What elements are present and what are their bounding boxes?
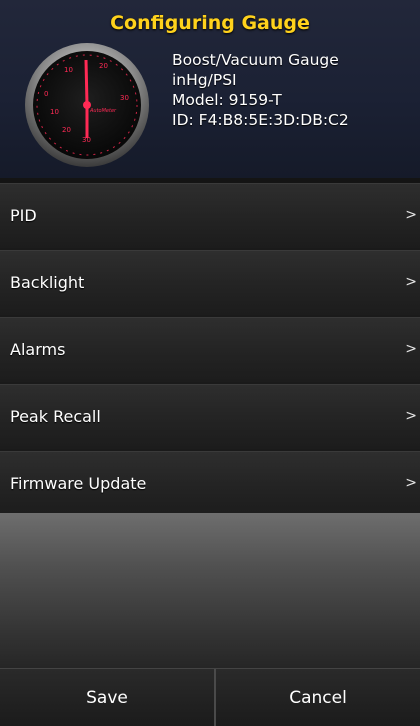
gauge-name: Boost/Vacuum Gauge — [172, 51, 339, 69]
header: Configuring Gauge 10 20 30 0 10 20 30 Au… — [0, 0, 420, 178]
chevron-right-icon: > — [405, 475, 417, 491]
menu-item-alarms[interactable]: Alarms > — [0, 317, 420, 382]
empty-area — [0, 513, 420, 668]
gauge-dial-icon: 10 20 30 0 10 20 30 AutoMeter — [25, 43, 149, 167]
menu-item-pid[interactable]: PID > — [0, 183, 420, 248]
menu-item-backlight[interactable]: Backlight > — [0, 250, 420, 315]
gauge-brand: AutoMeter — [89, 108, 117, 114]
cancel-button[interactable]: Cancel — [216, 669, 420, 726]
gauge-id: ID: F4:B8:5E:3D:DB:C2 — [172, 111, 349, 129]
gauge-model: Model: 9159-T — [172, 91, 282, 109]
menu-item-firmware-update[interactable]: Firmware Update > — [0, 451, 420, 516]
menu-item-label: PID — [10, 206, 37, 225]
chevron-right-icon: > — [405, 341, 417, 357]
gauge-info: Boost/Vacuum Gauge inHg/PSI Model: 9159-… — [172, 50, 349, 130]
gauge-tick-label: 0 — [44, 90, 48, 98]
menu-item-label: Backlight — [10, 273, 85, 292]
chevron-right-icon: > — [405, 408, 417, 424]
bottom-action-bar: Save Cancel — [0, 668, 420, 726]
gauge-tick-label: 30 — [120, 94, 129, 102]
menu-item-peak-recall[interactable]: Peak Recall > — [0, 384, 420, 449]
save-button[interactable]: Save — [0, 669, 214, 726]
gauge-units: inHg/PSI — [172, 71, 237, 89]
gauge-tick-label: 20 — [62, 126, 71, 134]
chevron-right-icon: > — [405, 274, 417, 290]
menu-item-label: Peak Recall — [10, 407, 101, 426]
menu-item-label: Firmware Update — [10, 474, 147, 493]
gauge-tick-label: 10 — [50, 108, 59, 116]
menu-item-label: Alarms — [10, 340, 66, 359]
chevron-right-icon: > — [405, 207, 417, 223]
settings-menu: PID > Backlight > Alarms > Peak Recall >… — [0, 183, 420, 516]
gauge-tick-label: 20 — [99, 62, 108, 70]
gauge-image: 10 20 30 0 10 20 30 AutoMeter — [24, 42, 150, 168]
page-title: Configuring Gauge — [110, 12, 310, 34]
gauge-tick-label: 10 — [64, 66, 73, 74]
